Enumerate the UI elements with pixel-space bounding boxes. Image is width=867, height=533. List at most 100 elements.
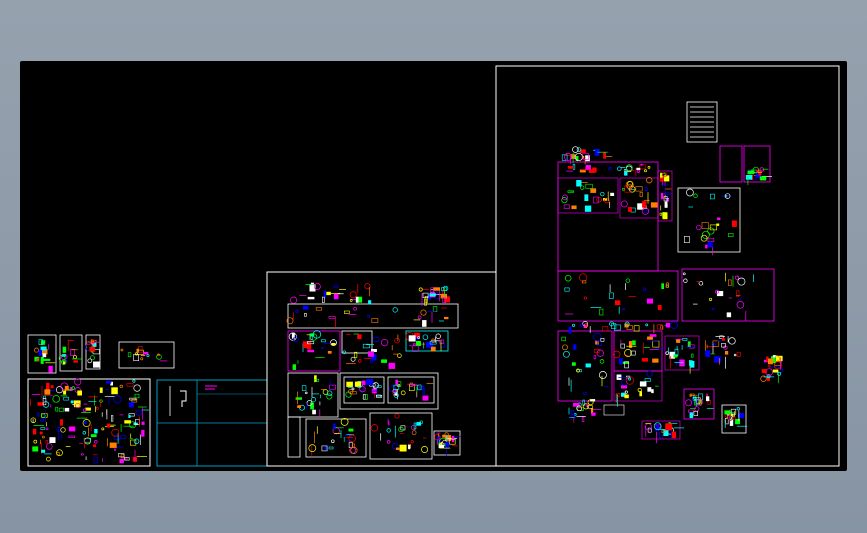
cad-mark: [62, 361, 66, 365]
cad-mark: [635, 186, 643, 192]
cad-mark: [358, 359, 362, 363]
cad-mark: [41, 449, 46, 453]
cad-mark: [93, 444, 97, 448]
cad-mark: [343, 310, 350, 314]
cad-mark: [657, 324, 663, 330]
cad-mark: [302, 305, 309, 310]
cad-mark: [716, 291, 724, 297]
cad-mark: [70, 400, 74, 404]
cad-mark: [420, 309, 427, 316]
cad-mark: [68, 388, 71, 392]
cad-mark: [366, 379, 374, 386]
cad-mark: [564, 287, 570, 292]
cad-mark: [133, 384, 141, 392]
cad-mark: [354, 381, 362, 387]
cad-mark: [613, 324, 621, 331]
cad-mark: [45, 427, 49, 431]
cad-mark: [628, 341, 633, 348]
cad-mark: [585, 183, 593, 189]
cad-mark: [622, 307, 625, 311]
cad-mark: [693, 193, 698, 198]
cad-mark: [367, 315, 371, 318]
cad-mark: [599, 359, 605, 364]
cad-mark: [40, 427, 46, 430]
cad-mark: [736, 351, 741, 357]
cad-mark: [689, 360, 695, 368]
cad-mark: [581, 416, 585, 422]
cad-mark: [348, 428, 354, 432]
cad-mark: [641, 358, 649, 362]
cad-mark: [388, 362, 396, 369]
cad-mark: [600, 191, 605, 197]
cad-mark: [567, 166, 574, 169]
cad-mark: [617, 166, 622, 172]
cad-mark: [707, 237, 715, 242]
cad-mark: [425, 341, 433, 348]
cad-mark: [73, 355, 77, 360]
cad-mark: [736, 407, 740, 411]
cad-mark: [593, 332, 602, 342]
cad-mark: [649, 334, 657, 337]
cad-mark: [328, 316, 336, 319]
cad-mark: [394, 337, 400, 344]
cad-mark: [591, 412, 596, 416]
cad-mark: [728, 233, 734, 237]
cad-mark: [324, 446, 328, 450]
cad-mark: [422, 395, 429, 401]
cad-mark: [628, 207, 633, 212]
cad-mark: [603, 152, 607, 159]
cad-mark: [62, 346, 67, 353]
cad-mark: [64, 385, 69, 391]
cad-mark: [583, 392, 587, 395]
cad-drawing-canvas[interactable]: [20, 61, 847, 471]
cad-mark: [44, 389, 51, 395]
cad-mark: [736, 301, 745, 309]
cad-mark: [361, 380, 366, 386]
cad-mark: [772, 355, 776, 358]
cad-mark: [292, 364, 296, 370]
cad-mark: [63, 396, 69, 401]
cad-mark: [418, 287, 423, 292]
cad-mark: [646, 298, 654, 304]
cad-mark: [580, 185, 585, 190]
cad-mark: [368, 300, 372, 305]
cad-mark: [687, 409, 695, 413]
cad-mark: [564, 274, 572, 282]
cad-mark: [705, 244, 708, 249]
cad-mark: [40, 340, 46, 345]
cad-mark: [321, 296, 325, 303]
cad-mark: [571, 205, 577, 210]
cad-mark: [747, 170, 755, 175]
cad-mark: [297, 405, 302, 409]
cad-mark: [651, 389, 654, 394]
cad-mark: [709, 297, 713, 301]
cad-mark: [724, 417, 729, 425]
cad-mark: [422, 320, 427, 327]
cad-mark: [45, 440, 48, 444]
cad-mark: [73, 360, 78, 363]
cad-mark: [433, 287, 441, 291]
cad-mark: [724, 410, 731, 415]
cad-mark: [562, 344, 568, 351]
cad-mark: [124, 457, 128, 460]
cad-mark: [45, 382, 50, 390]
cad-mark: [637, 387, 642, 393]
cad-mark: [292, 336, 299, 343]
cad-drawing-viewport[interactable]: [20, 61, 847, 471]
cad-mark: [578, 273, 588, 282]
cad-mark: [772, 369, 779, 373]
cad-mark: [312, 409, 316, 415]
cad-mark: [304, 313, 307, 317]
cad-mark: [652, 340, 660, 348]
sheet-small-details: [27, 334, 175, 374]
cad-mark: [106, 423, 111, 428]
cad-mark: [664, 201, 668, 205]
cad-mark: [416, 422, 422, 426]
cad-mark: [327, 390, 333, 396]
cad-mark: [46, 456, 51, 462]
cad-mark: [353, 306, 357, 311]
cad-mark: [691, 353, 694, 358]
cad-mark: [572, 163, 576, 170]
cad-mark: [583, 296, 587, 300]
cad-mark: [563, 204, 570, 209]
